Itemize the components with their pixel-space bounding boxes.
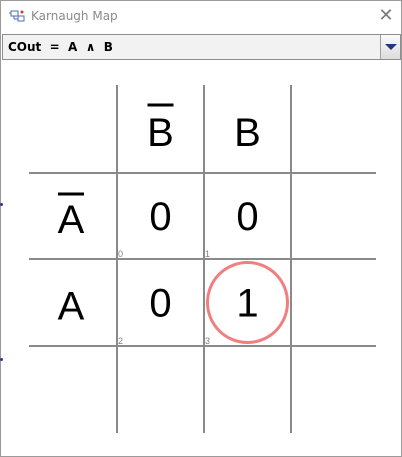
- row-header: A: [58, 285, 85, 329]
- window-title: Karnaugh Map: [31, 9, 118, 23]
- close-icon: ✕: [378, 5, 394, 26]
- cell-value: 0: [236, 195, 258, 239]
- cell-value: 0: [149, 195, 171, 239]
- edge-marker: [0, 203, 3, 206]
- circuit-icon: [9, 10, 25, 22]
- cell-index: 1: [205, 249, 210, 259]
- expression-select-value: COut = A ∧ B: [8, 40, 113, 54]
- karnaugh-map-window: Karnaugh Map ✕ COut = A ∧ B B B AA 0 0 0 1 0 2 1 3: [0, 0, 402, 457]
- title-bar: Karnaugh Map ✕: [1, 1, 401, 32]
- close-button[interactable]: ✕: [373, 4, 399, 28]
- cell-value: 0: [149, 282, 171, 326]
- karnaugh-map: B B AA 0 0 0 1 0 2 1 3: [29, 85, 376, 433]
- row-header: A: [58, 198, 85, 242]
- cell-index: 3: [205, 336, 210, 346]
- cell-index: 2: [118, 336, 123, 346]
- expression-select[interactable]: COut = A ∧ B: [2, 34, 401, 60]
- column-header: B: [234, 111, 261, 155]
- cell-index: 0: [118, 249, 123, 259]
- column-header: B: [147, 111, 174, 155]
- edge-marker: [0, 358, 3, 361]
- dropdown-arrow-button[interactable]: [380, 35, 400, 59]
- cell-value: 1: [236, 282, 258, 326]
